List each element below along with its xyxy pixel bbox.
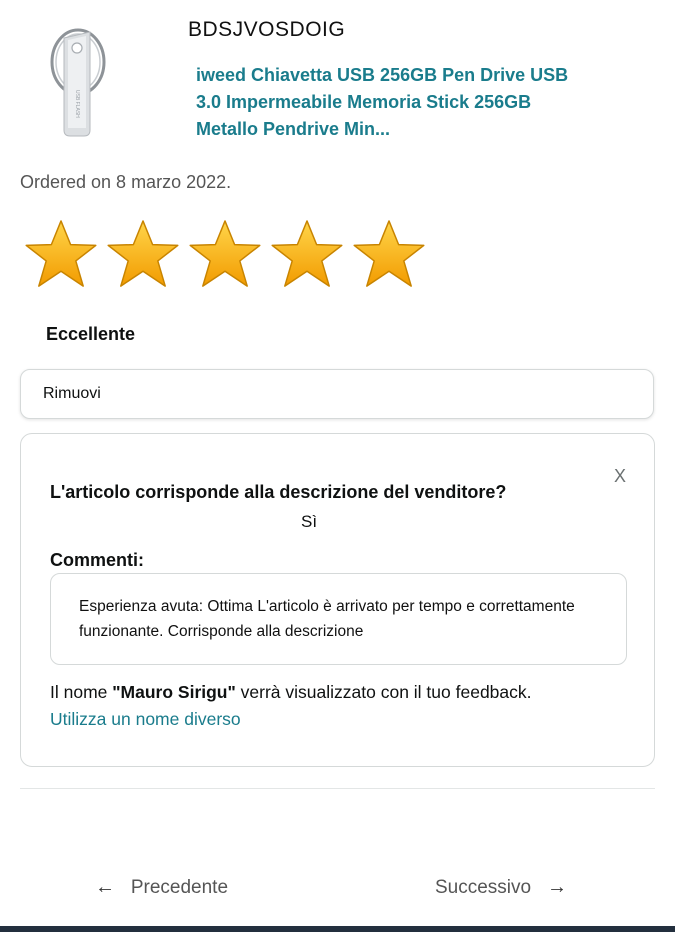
star-icon-3[interactable] bbox=[188, 218, 262, 292]
product-image-text: USB FLASH bbox=[74, 90, 80, 118]
name-notice-suffix: verrà visualizzato con il tuo feedback. bbox=[235, 682, 532, 702]
star-icon-1[interactable] bbox=[24, 218, 98, 292]
name-notice: Il nome "Mauro Sirigu" verrà visualizzat… bbox=[50, 682, 532, 703]
feedback-card: X L'articolo corrisponde alla descrizion… bbox=[20, 433, 655, 767]
remove-button[interactable]: Rimuovi bbox=[20, 369, 654, 419]
star-rating[interactable] bbox=[24, 218, 426, 292]
arrow-left-icon: ← bbox=[95, 876, 115, 898]
previous-button[interactable]: ← Precedente bbox=[95, 876, 228, 899]
comments-field[interactable]: Esperienza avuta: Ottima L'articolo è ar… bbox=[50, 573, 627, 665]
product-image[interactable]: USB FLASH bbox=[40, 18, 128, 140]
previous-label: Precedente bbox=[130, 877, 229, 898]
product-title-link[interactable]: iweed Chiavetta USB 256GB Pen Drive USB … bbox=[196, 62, 596, 143]
next-button[interactable]: Successivo → bbox=[435, 876, 567, 899]
divider bbox=[20, 788, 655, 789]
arrow-right-icon: → bbox=[546, 876, 567, 898]
close-icon[interactable]: X bbox=[614, 466, 626, 487]
order-date: Ordered on 8 marzo 2022. bbox=[20, 172, 232, 192]
comments-label: Commenti: bbox=[50, 550, 144, 570]
name-notice-prefix: Il nome bbox=[50, 682, 113, 702]
rating-label: Eccellente bbox=[46, 324, 136, 344]
seller-name: BDSJVOSDOIG bbox=[188, 18, 346, 41]
use-different-name-link[interactable]: Utilizza un nome diverso bbox=[50, 709, 241, 730]
star-icon-2[interactable] bbox=[106, 218, 180, 292]
star-icon-4[interactable] bbox=[270, 218, 344, 292]
star-icon-5[interactable] bbox=[352, 218, 426, 292]
bottom-bar bbox=[0, 926, 675, 932]
usb-drive-icon: USB FLASH bbox=[50, 28, 106, 137]
description-question: L'articolo corrisponde alla descrizione … bbox=[50, 482, 507, 502]
description-answer: Sì bbox=[301, 512, 318, 531]
next-label: Successivo bbox=[435, 877, 532, 898]
display-name: "Mauro Sirigu" bbox=[112, 682, 236, 702]
